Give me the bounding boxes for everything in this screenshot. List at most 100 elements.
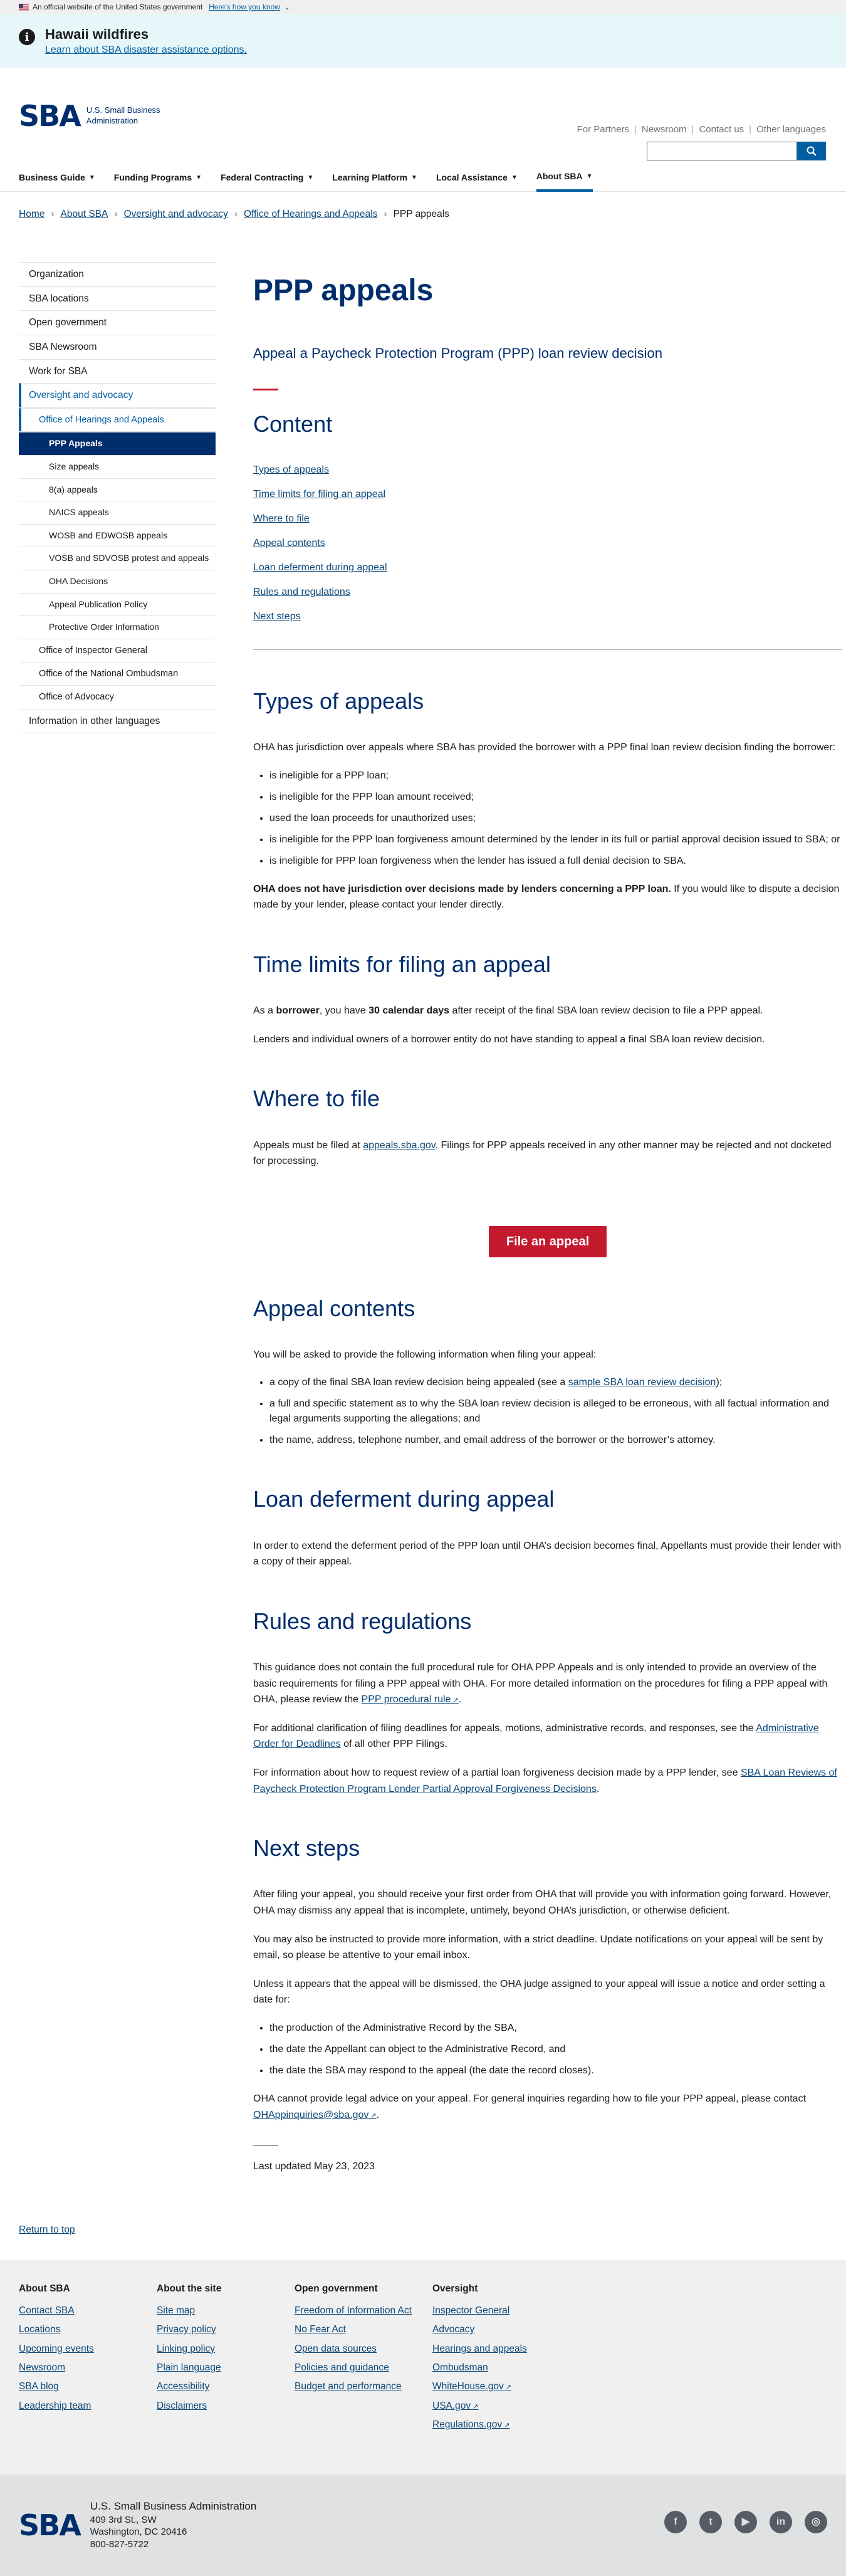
sidenav-organization[interactable]: Organization [19, 262, 216, 286]
footer-link[interactable]: Newsroom [19, 2362, 138, 2374]
footer-link[interactable]: Locations [19, 2323, 138, 2335]
sidenav-naics-appeals[interactable]: NAICS appeals [19, 501, 216, 524]
top-link-for-partners[interactable]: For Partners [577, 123, 629, 137]
toc-types-of-appeals[interactable]: Types of appeals [253, 464, 329, 475]
instagram-icon[interactable]: ◎ [805, 2510, 827, 2533]
footer-link[interactable]: Budget and performance [295, 2380, 414, 2392]
footer-org: U.S. Small Business Administration [90, 2500, 257, 2513]
footer-link[interactable]: Regulations.gov [432, 2419, 551, 2431]
sidenav-inspector-general[interactable]: Office of Inspector General [19, 638, 216, 662]
sidenav-wosb-appeals[interactable]: WOSB and EDWOSB appeals [19, 523, 216, 547]
sidenav-ppp-appeals[interactable]: PPP Appeals [19, 432, 216, 456]
section-loan-deferment: Loan deferment during appeal In order to… [253, 1485, 842, 1569]
search-button[interactable] [797, 142, 826, 160]
sidenav-oha[interactable]: Office of Hearings and Appeals [19, 408, 216, 432]
list-item: is ineligible for a PPP loan; [269, 768, 842, 783]
top-link-contact-us[interactable]: Contact us [699, 123, 744, 137]
breadcrumb-home[interactable]: Home [19, 207, 44, 221]
types-list: is ineligible for a PPP loan; is ineligi… [253, 768, 842, 869]
sidenav-ombudsman[interactable]: Office of the National Ombudsman [19, 662, 216, 685]
sidenav-vosb-appeals[interactable]: VOSB and SDVOSB protest and appeals [19, 547, 216, 570]
sample-decision-link[interactable]: sample SBA loan review decision [568, 1377, 716, 1388]
toc-next-steps[interactable]: Next steps [253, 611, 301, 622]
nav-local-assistance[interactable]: Local Assistance ▼ [436, 164, 518, 192]
sidenav-sba-locations[interactable]: SBA locations [19, 286, 216, 311]
chevron-down-icon: ▼ [411, 174, 417, 181]
nav-federal-contracting[interactable]: Federal Contracting ▼ [221, 164, 313, 192]
next-list: the production of the Administrative Rec… [253, 2021, 842, 2078]
footer-link[interactable]: Hearings and appeals [432, 2343, 551, 2355]
logo-mark-text: SBA [19, 99, 81, 133]
footer-link[interactable]: Linking policy [157, 2343, 276, 2355]
footer-link[interactable]: Contact SBA [19, 2305, 138, 2317]
text: ); [716, 1377, 723, 1388]
footer-phone: 800-827-5722 [90, 2538, 149, 2550]
sidenav-oversight[interactable]: Oversight and advocacy [19, 383, 216, 408]
sidenav-8a-appeals[interactable]: 8(a) appeals [19, 478, 216, 501]
return-to-top-wrap: Return to top [0, 2223, 846, 2260]
footer-link[interactable]: Accessibility [157, 2380, 276, 2392]
toc-loan-deferment[interactable]: Loan deferment during appeal [253, 562, 387, 573]
text: For information about how to request rev… [253, 1767, 741, 1779]
sidenav-work-for-sba[interactable]: Work for SBA [19, 359, 216, 384]
toc-time-limits[interactable]: Time limits for filing an appeal [253, 489, 385, 500]
footer-link[interactable]: Freedom of Information Act [295, 2305, 414, 2317]
sidenav-size-appeals[interactable]: Size appeals [19, 455, 216, 478]
footer-link[interactable]: Plain language [157, 2362, 276, 2374]
linkedin-icon[interactable]: in [770, 2510, 792, 2533]
last-updated: Last updated May 23, 2023 [253, 2161, 375, 2172]
nav-label: Learning Platform [332, 172, 408, 182]
nav-about-sba[interactable]: About SBA ▼ [536, 164, 593, 192]
sidenav-protective-order[interactable]: Protective Order Information [19, 615, 216, 639]
heres-how-you-know-link[interactable]: Here's how you know [209, 1, 280, 13]
facebook-icon[interactable]: f [664, 2510, 687, 2533]
ppp-procedural-rule-link[interactable]: PPP procedural rule [362, 1694, 459, 1705]
time-p2: Lenders and individual owners of a borro… [253, 1034, 765, 1045]
breadcrumb-oha[interactable]: Office of Hearings and Appeals [244, 207, 377, 221]
return-to-top-link[interactable]: Return to top [19, 2224, 75, 2235]
footer-link[interactable]: SBA blog [19, 2380, 138, 2392]
footer-link[interactable]: WhiteHouse.gov [432, 2380, 551, 2392]
top-link-newsroom[interactable]: Newsroom [642, 123, 687, 137]
nav-label: Local Assistance [436, 172, 508, 182]
sidenav-oha-decisions[interactable]: OHA Decisions [19, 569, 216, 593]
footer-link[interactable]: No Fear Act [295, 2323, 414, 2335]
footer-link[interactable]: Ombudsman [432, 2362, 551, 2374]
nav-business-guide[interactable]: Business Guide ▼ [19, 164, 95, 192]
top-link-other-languages[interactable]: Other languages [756, 123, 826, 137]
sidenav-appeal-publication-policy[interactable]: Appeal Publication Policy [19, 592, 216, 616]
breadcrumb: Home › About SBA › Oversight and advocacy ›… [0, 192, 846, 237]
nav-learning-platform[interactable]: Learning Platform ▼ [332, 164, 417, 192]
sidenav-open-government[interactable]: Open government [19, 310, 216, 335]
footer-link[interactable]: Upcoming events [19, 2343, 138, 2355]
footer-link[interactable]: USA.gov [432, 2400, 551, 2412]
breadcrumb-oversight[interactable]: Oversight and advocacy [124, 207, 228, 221]
footer-link[interactable]: Policies and guidance [295, 2362, 414, 2374]
sidenav-advocacy[interactable]: Office of Advocacy [19, 685, 216, 708]
footer-link[interactable]: Advocacy [432, 2323, 551, 2335]
youtube-icon[interactable]: ▶ [734, 2510, 757, 2533]
footer-link[interactable]: Leadership team [19, 2400, 138, 2412]
appeals-sba-gov-link[interactable]: appeals.sba.gov [363, 1140, 435, 1151]
file-an-appeal-button[interactable]: File an appeal [488, 1225, 607, 1257]
social-links: f t ▶ in ◎ [664, 2510, 827, 2533]
oha-email-link[interactable]: OHAppinquiries@sba.gov [253, 2110, 377, 2120]
footer-link[interactable]: Inspector General [432, 2305, 551, 2317]
sidenav-sba-newsroom[interactable]: SBA Newsroom [19, 335, 216, 359]
toc-where-to-file[interactable]: Where to file [253, 513, 310, 524]
nav-funding-programs[interactable]: Funding Programs ▼ [114, 164, 202, 192]
alert-link[interactable]: Learn about SBA disaster assistance opti… [45, 45, 247, 55]
toc-rules[interactable]: Rules and regulations [253, 587, 350, 597]
search-input[interactable] [647, 142, 797, 160]
toc-appeal-contents[interactable]: Appeal contents [253, 538, 325, 548]
footer-link[interactable]: Privacy policy [157, 2323, 276, 2335]
footer-link[interactable]: Open data sources [295, 2343, 414, 2355]
twitter-icon[interactable]: t [699, 2510, 722, 2533]
footer-link[interactable]: Disclaimers [157, 2400, 276, 2412]
sidenav-other-languages[interactable]: Information in other languages [19, 708, 216, 734]
sba-logo[interactable]: SBA U.S. Small Business Administration [19, 102, 160, 130]
chevron-right-icon: › [234, 209, 238, 220]
breadcrumb-about-sba[interactable]: About SBA [61, 207, 108, 221]
footer-link[interactable]: Site map [157, 2305, 276, 2317]
sba-logo-mark: SBA [19, 2511, 81, 2540]
